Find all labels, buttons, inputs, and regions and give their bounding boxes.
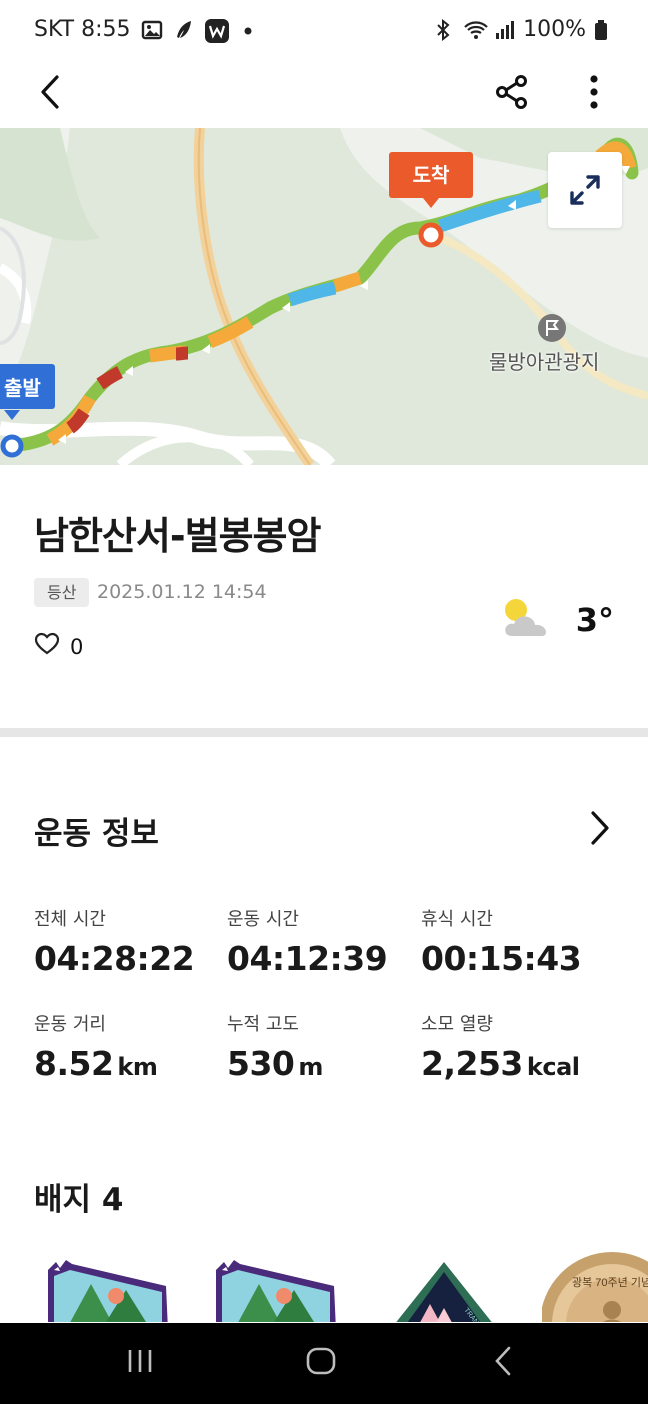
- status-right: 100%: [433, 17, 616, 42]
- dot-icon: [237, 19, 259, 41]
- stat-total-time: 전체 시간 04:28:22: [34, 905, 224, 978]
- activity-title: 남한산서-벌봉봉암: [34, 514, 321, 558]
- stat-value: 04:28:22: [34, 939, 195, 978]
- expand-icon: [568, 173, 602, 207]
- temperature: 3°: [575, 601, 614, 639]
- triangle-badge-icon: TRANGGLE: [386, 1262, 502, 1322]
- status-left: SKT 8:55: [34, 17, 259, 43]
- system-back-button[interactable]: [473, 1343, 533, 1383]
- stat-unit: m: [298, 1053, 323, 1081]
- route-map[interactable]: 출발 도착 물방아관광지: [0, 128, 648, 465]
- stat-label: 전체 시간: [34, 909, 106, 930]
- end-label: 도착: [389, 152, 473, 198]
- start-label: 출발: [0, 364, 55, 409]
- status-bar: SKT 8:55 100%: [0, 0, 648, 60]
- stat-label: 운동 거리: [34, 1014, 106, 1035]
- battery-icon: [594, 19, 616, 41]
- stat-calories: 소모 열량 2,253 kcal: [421, 1010, 611, 1083]
- partly-cloudy-icon: [502, 596, 558, 644]
- badge-item[interactable]: 광복 70주년 기념: [540, 1250, 648, 1322]
- like-count: 0: [70, 634, 84, 659]
- weather: 3°: [502, 596, 614, 644]
- battery-percent: 100%: [523, 17, 586, 42]
- stat-label: 누적 고도: [227, 1014, 299, 1035]
- section-divider: [0, 728, 648, 737]
- more-button[interactable]: [568, 68, 620, 120]
- end-label-pointer: [423, 198, 439, 208]
- recent-apps-button[interactable]: [110, 1343, 170, 1383]
- share-button[interactable]: [486, 68, 538, 120]
- stat-distance: 운동 거리 8.52 km: [34, 1010, 224, 1083]
- mountain-badge-icon: [46, 1260, 170, 1322]
- home-button[interactable]: [291, 1343, 351, 1383]
- badges-list: TRANGGLE 광복 70주년 기념: [0, 1250, 648, 1322]
- stat-elevation: 누적 고도 530 m: [227, 1010, 417, 1083]
- expand-map-button[interactable]: [548, 152, 622, 228]
- mountain-badge-icon: [214, 1260, 338, 1322]
- stat-value: 530 m: [227, 1044, 323, 1083]
- badges-title: 배지 4: [34, 1182, 124, 1218]
- stat-exercise-time: 운동 시간 04:12:39: [227, 905, 417, 978]
- medal-text: 광복 70주년 기념: [572, 1276, 648, 1289]
- commemorative-medal-icon: 광복 70주년 기념: [540, 1252, 648, 1322]
- stat-label: 운동 시간: [227, 909, 299, 930]
- bluetooth-icon: [433, 18, 455, 41]
- heart-icon: [34, 632, 60, 661]
- activity-datetime: 2025.01.12 14:54: [97, 581, 267, 603]
- place-label: 물방아관광지: [489, 350, 600, 374]
- stat-value: 00:15:43: [421, 939, 582, 978]
- wifi-icon: [463, 19, 488, 41]
- back-icon: [35, 74, 65, 114]
- carrier-time: SKT 8:55: [34, 17, 131, 42]
- home-icon: [306, 1347, 336, 1379]
- activity-type-tag: 등산: [34, 578, 90, 607]
- start-label-pointer: [4, 410, 20, 420]
- back-button[interactable]: [24, 68, 76, 120]
- system-back-icon: [492, 1346, 514, 1380]
- badge-item[interactable]: TRANGGLE: [386, 1250, 502, 1322]
- gallery-icon: [141, 19, 163, 41]
- badge-item[interactable]: [46, 1250, 170, 1322]
- stat-label: 휴식 시간: [421, 909, 493, 930]
- more-icon: [589, 74, 599, 114]
- system-navigation-bar: [0, 1323, 648, 1404]
- stat-unit: km: [117, 1053, 158, 1081]
- stat-value: 2,253 kcal: [421, 1044, 580, 1083]
- stat-unit: kcal: [526, 1053, 580, 1081]
- w-app-icon: [204, 18, 229, 43]
- stat-value: 8.52 km: [34, 1044, 158, 1083]
- exercise-info-more-button[interactable]: [584, 808, 614, 848]
- feather-icon: [173, 19, 195, 41]
- recent-apps-icon: [126, 1348, 154, 1378]
- chevron-right-icon: [584, 811, 614, 852]
- stat-rest-time: 휴식 시간 00:15:43: [421, 905, 611, 978]
- stat-value: 04:12:39: [227, 939, 388, 978]
- app-bar: [0, 60, 648, 128]
- stat-label: 소모 열량: [421, 1014, 493, 1035]
- exercise-info-title: 운동 정보: [34, 816, 159, 852]
- badge-item[interactable]: [214, 1250, 338, 1322]
- share-icon: [494, 74, 530, 114]
- signal-icon: [493, 19, 515, 41]
- like-button[interactable]: 0: [34, 632, 83, 661]
